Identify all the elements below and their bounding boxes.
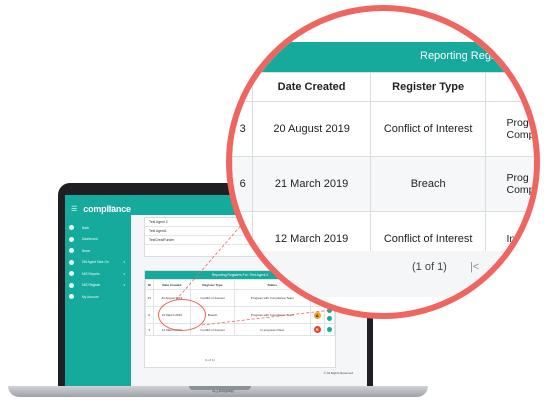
zoom-col-date: Date Created: [252, 72, 371, 102]
zoom-cell-status: Prog Complia: [485, 101, 540, 157]
first-page-button[interactable]: |<: [470, 261, 479, 273]
zoom-cell-type: Conflict of Interest: [369, 101, 487, 157]
zoom-nav: |< <: [470, 261, 498, 273]
zoom-pager: (1 of 1): [412, 261, 447, 273]
zoom-status-line2: Complia: [506, 129, 540, 141]
zoom-cell-id: 3: [232, 101, 254, 157]
zoom-status-line1: Prog: [506, 172, 529, 184]
zoom-cell-date: 21 March 2019: [252, 156, 371, 212]
zoom-title: Reporting Register: [420, 50, 512, 62]
zoom-status-line1: Prog: [506, 117, 529, 129]
zoom-status-line1: In p: [506, 233, 524, 245]
zoom-status-line2: Compl: [506, 184, 537, 196]
zoom-footer: [232, 251, 534, 297]
zoom-table: Date Created Register Type 3 20 August 2…: [232, 72, 540, 267]
zoom-cell-date: 20 August 2019: [252, 101, 371, 157]
zoom-magnifier: Reporting Register Date Created Register…: [226, 5, 540, 319]
zoom-col-type: Register Type: [369, 72, 487, 102]
zoom-col-id: [232, 72, 254, 102]
zoom-content: Reporting Register Date Created Register…: [232, 11, 540, 313]
zoom-cell-id: 6: [232, 156, 254, 212]
zoom-col-status: [485, 72, 534, 102]
zoom-row: 6 21 March 2019 Breach Prog Compl: [232, 156, 537, 212]
zoom-cell-type: Breach: [369, 156, 487, 212]
zoom-row: 3 20 August 2019 Conflict of Interest Pr…: [232, 101, 540, 157]
prev-page-button[interactable]: <: [492, 261, 498, 273]
zoom-highlight-circle: [158, 299, 206, 331]
zoom-cell-status: Prog Compl: [485, 156, 537, 212]
